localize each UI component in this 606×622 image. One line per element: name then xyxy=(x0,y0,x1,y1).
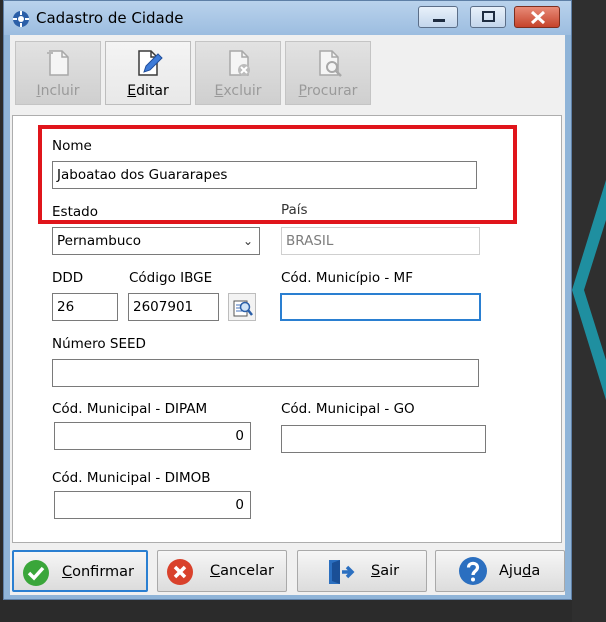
ajuda-label: Ajuda xyxy=(499,563,541,579)
ibge-field[interactable]: 2607901 xyxy=(128,293,219,321)
excluir-button[interactable]: Excluir xyxy=(195,41,281,105)
pais-field: BRASIL xyxy=(281,227,480,255)
maximize-icon xyxy=(482,11,495,22)
mf-field[interactable] xyxy=(280,293,481,321)
help-icon xyxy=(459,557,487,585)
incluir-button[interactable]: Incluir xyxy=(15,41,101,105)
button-bar: Confirmar Cancelar Sair Ajuda xyxy=(10,547,565,595)
cancel-icon xyxy=(167,559,193,585)
minimize-button[interactable] xyxy=(418,6,458,28)
lookup-icon xyxy=(233,300,253,317)
dimob-label: Cód. Municipal - DIMOB xyxy=(52,470,211,486)
edit-document-icon xyxy=(138,50,163,76)
editar-label: Editar xyxy=(127,83,169,99)
mf-label: Cód. Município - MF xyxy=(281,270,413,286)
dimob-field[interactable]: 0 xyxy=(54,491,251,519)
ddd-field[interactable]: 26 xyxy=(52,293,118,321)
background-chevron-shape xyxy=(572,180,606,400)
ajuda-button[interactable]: Ajuda xyxy=(435,550,565,592)
checkmark-icon xyxy=(23,560,49,586)
app-icon xyxy=(13,11,29,27)
ibge-lookup-button[interactable] xyxy=(228,293,256,321)
procurar-label: Procurar xyxy=(298,83,358,99)
estado-value: Pernambuco xyxy=(57,233,142,249)
highlight-box xyxy=(38,125,517,224)
go-label: Cód. Municipal - GO xyxy=(281,401,415,417)
toolbar: Incluir Editar Excluir Procurar xyxy=(10,35,565,111)
dialog-window: Cadastro de Cidade Incluir Editar Exclui… xyxy=(3,0,572,600)
seed-label: Número SEED xyxy=(52,336,146,352)
dipam-label: Cód. Municipal - DIPAM xyxy=(52,401,208,417)
procurar-button[interactable]: Procurar xyxy=(285,41,371,105)
search-document-icon xyxy=(319,50,342,77)
excluir-label: Excluir xyxy=(214,83,262,99)
sair-button[interactable]: Sair xyxy=(297,550,427,592)
exit-icon xyxy=(329,560,355,584)
dialog-client-area: Incluir Editar Excluir Procurar Nome Jab… xyxy=(10,35,565,595)
editar-button[interactable]: Editar xyxy=(105,41,191,105)
incluir-label: Incluir xyxy=(36,83,80,99)
ibge-label: Código IBGE xyxy=(129,270,213,286)
maximize-button[interactable] xyxy=(470,6,506,28)
close-button[interactable] xyxy=(514,6,560,28)
go-field[interactable] xyxy=(281,425,486,453)
cancelar-button[interactable]: Cancelar xyxy=(157,550,287,592)
window-title: Cadastro de Cidade xyxy=(36,9,184,27)
form-panel: Nome Jaboatao dos Guararapes Estado Pern… xyxy=(12,115,562,543)
confirmar-label: Confirmar xyxy=(62,564,134,580)
dipam-field[interactable]: 0 xyxy=(54,422,251,450)
seed-field[interactable] xyxy=(52,359,479,387)
minimize-icon xyxy=(433,19,445,22)
estado-select[interactable]: Pernambuco ⌄ xyxy=(52,227,260,255)
delete-document-icon xyxy=(229,50,250,76)
new-document-icon xyxy=(47,50,69,76)
confirmar-button[interactable]: Confirmar xyxy=(12,550,148,592)
ddd-label: DDD xyxy=(52,270,84,286)
chevron-down-icon[interactable]: ⌄ xyxy=(243,228,253,254)
sair-label: Sair xyxy=(371,563,400,579)
cancelar-label: Cancelar xyxy=(210,563,274,579)
title-bar[interactable]: Cadastro de Cidade xyxy=(4,1,571,35)
close-icon xyxy=(530,10,546,25)
